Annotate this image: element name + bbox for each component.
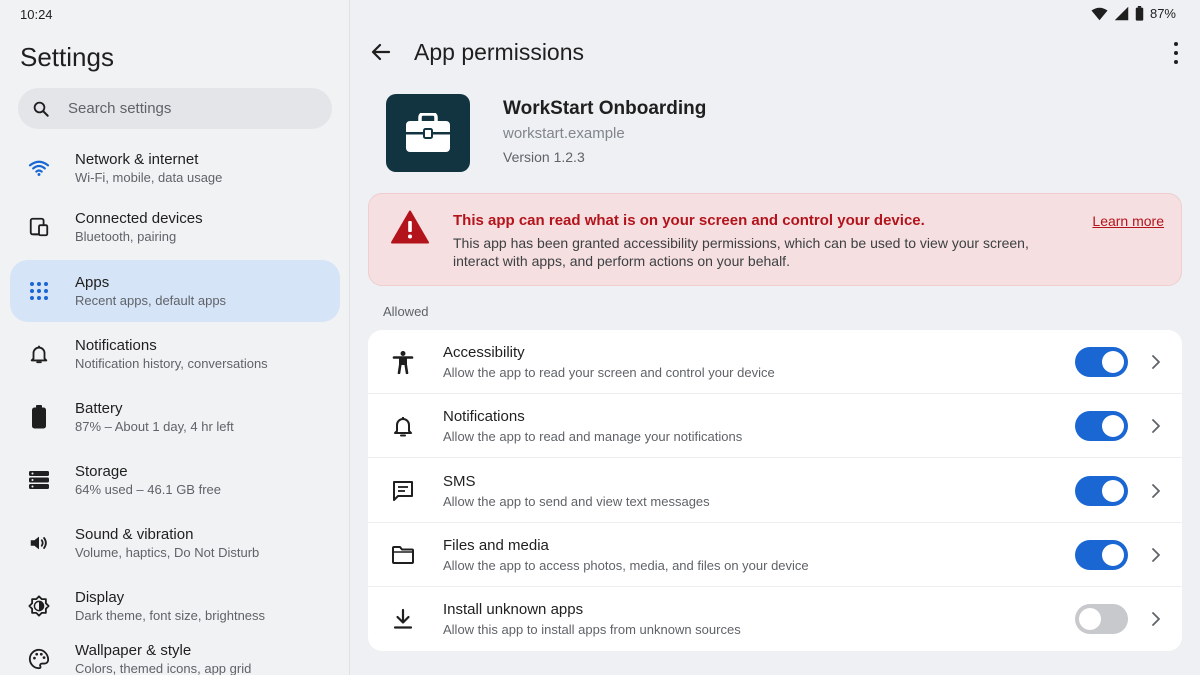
learn-more-link[interactable]: Learn more — [1092, 213, 1164, 229]
sidebar-item-label: Sound & vibration — [75, 525, 194, 543]
sidebar-item-label: Apps — [75, 273, 110, 291]
speaker-icon — [27, 531, 51, 555]
section-label-allowed: Allowed — [383, 304, 429, 319]
permission-description: Allow the app to read and manage your no… — [443, 429, 743, 444]
accessibility-icon — [390, 349, 416, 375]
toggle-knob — [1102, 480, 1124, 502]
sidebar-item-apps[interactable]: Apps Recent apps, default apps — [10, 260, 340, 322]
permission-row-files-media[interactable]: Files and media Allow the app to access … — [368, 523, 1182, 587]
settings-title: Settings — [20, 42, 114, 72]
page-title: App permissions — [414, 39, 585, 65]
sidebar-item-label: Display — [75, 588, 125, 606]
sidebar-item-sub: Notification history, conversations — [75, 355, 268, 371]
install-unknown-apps-toggle[interactable] — [1075, 604, 1128, 634]
more-options-icon[interactable] — [1170, 42, 1182, 64]
sidebar-item-label: Wallpaper & style — [75, 641, 192, 659]
sidebar-item-label: Network & internet — [75, 150, 199, 168]
apps-grid-icon — [27, 279, 51, 303]
palette-icon — [27, 647, 51, 671]
permission-row-notifications[interactable]: Notifications Allow the app to read and … — [368, 394, 1182, 458]
chevron-right-icon[interactable] — [1150, 416, 1162, 436]
brightness-icon — [27, 594, 51, 618]
sidebar-item-connected-devices[interactable]: Connected devices Bluetooth, pairing — [10, 196, 340, 258]
permission-description: Allow the app to send and view text mess… — [443, 494, 710, 509]
storage-icon — [27, 468, 51, 492]
search-input[interactable] — [68, 100, 288, 117]
sidebar-item-sub: Dark theme, font size, brightness — [75, 607, 266, 623]
search-icon — [33, 101, 49, 117]
warning-title: This app can read what is on your screen… — [453, 212, 925, 229]
sidebar-item-notifications[interactable]: Notifications Notification history, conve… — [10, 323, 340, 385]
chevron-right-icon[interactable] — [1150, 481, 1162, 501]
sidebar-item-label: Battery — [75, 399, 123, 417]
chevron-right-icon[interactable] — [1150, 609, 1162, 629]
toggle-knob — [1102, 544, 1124, 566]
status-bar: 87% — [1091, 6, 1176, 21]
app-package: workstart.example — [503, 125, 625, 142]
toggle-knob — [1102, 351, 1124, 373]
permission-row-install-unknown-apps[interactable]: Install unknown apps Allow this app to i… — [368, 587, 1182, 651]
permission-list: Accessibility Allow the app to read your… — [368, 330, 1182, 651]
notifications-toggle[interactable] — [1075, 411, 1128, 441]
sidebar-item-wallpaper[interactable]: Wallpaper & style Colors, themed icons, a… — [10, 628, 340, 675]
sidebar-item-sound[interactable]: Sound & vibration Volume, haptics, Do Not… — [10, 512, 340, 574]
briefcase-icon — [406, 113, 450, 152]
chevron-right-icon[interactable] — [1150, 545, 1162, 565]
toggle-knob — [1102, 415, 1124, 437]
battery-status-icon — [1135, 6, 1144, 21]
sidebar-item-sub: 64% used – 46.1 GB free — [75, 481, 221, 497]
sidebar-item-network[interactable]: Network & internet Wi-Fi, mobile, data us… — [10, 137, 340, 199]
app-version: Version 1.2.3 — [503, 149, 585, 165]
permission-label: Notifications — [443, 408, 525, 425]
app-name: WorkStart Onboarding — [503, 98, 707, 119]
files-media-toggle[interactable] — [1075, 540, 1128, 570]
sms-toggle[interactable] — [1075, 476, 1128, 506]
warning-icon — [391, 210, 429, 244]
message-icon — [390, 478, 416, 504]
sidebar-item-sub: Colors, themed icons, app grid — [75, 660, 252, 675]
sidebar-item-label: Connected devices — [75, 209, 203, 227]
sidebar-item-sub: Bluetooth, pairing — [75, 228, 177, 244]
wifi-icon — [27, 156, 51, 180]
app-permissions-pane: 87% App permissions WorkStart Onboarding… — [351, 0, 1200, 675]
battery-percent: 87% — [1149, 6, 1176, 21]
sidebar-item-storage[interactable]: Storage 64% used – 46.1 GB free — [10, 449, 340, 511]
permission-row-sms[interactable]: SMS Allow the app to send and view text … — [368, 459, 1182, 523]
devices-icon — [27, 215, 51, 239]
permission-description: Allow the app to read your screen and co… — [443, 365, 775, 380]
permission-label: Install unknown apps — [443, 601, 584, 618]
chevron-right-icon[interactable] — [1150, 352, 1162, 372]
sidebar-item-label: Storage — [75, 462, 128, 480]
bell-icon — [27, 342, 51, 366]
signal-icon — [1114, 6, 1129, 21]
accessibility-warning-banner: This app can read what is on your screen… — [368, 193, 1182, 286]
battery-icon — [27, 405, 51, 429]
sidebar-item-sub: Volume, haptics, Do Not Disturb — [75, 544, 260, 560]
toggle-knob — [1079, 608, 1101, 630]
bell-icon — [390, 413, 416, 439]
permission-description: Allow the app to access photos, media, a… — [443, 558, 809, 573]
permission-label: SMS — [443, 473, 476, 490]
folder-icon — [390, 542, 416, 568]
sidebar-item-label: Notifications — [75, 336, 157, 354]
status-time: 10:24 — [20, 7, 53, 22]
permission-label: Files and media — [443, 537, 549, 554]
search-bar[interactable] — [18, 88, 332, 129]
app-icon — [386, 94, 470, 172]
permission-description: Allow this app to install apps from unkn… — [443, 622, 741, 637]
back-arrow-icon[interactable] — [369, 40, 393, 64]
settings-sidebar: 10:24 Settings Network & internetWi-Fi, … — [0, 0, 350, 675]
sidebar-item-sub: Wi-Fi, mobile, data usage — [75, 169, 223, 185]
warning-body: This app has been granted accessibility … — [453, 235, 1029, 269]
accessibility-toggle[interactable] — [1075, 347, 1128, 377]
sidebar-item-battery[interactable]: Battery 87% – About 1 day, 4 hr left — [10, 386, 340, 448]
wifi-status-icon — [1091, 7, 1108, 20]
permission-row-accessibility[interactable]: Accessibility Allow the app to read your… — [368, 330, 1182, 394]
download-icon — [390, 606, 416, 632]
permission-label: Accessibility — [443, 344, 525, 361]
sidebar-item-sub: Recent apps, default apps — [75, 292, 227, 308]
sidebar-item-sub: 87% – About 1 day, 4 hr left — [75, 418, 234, 434]
